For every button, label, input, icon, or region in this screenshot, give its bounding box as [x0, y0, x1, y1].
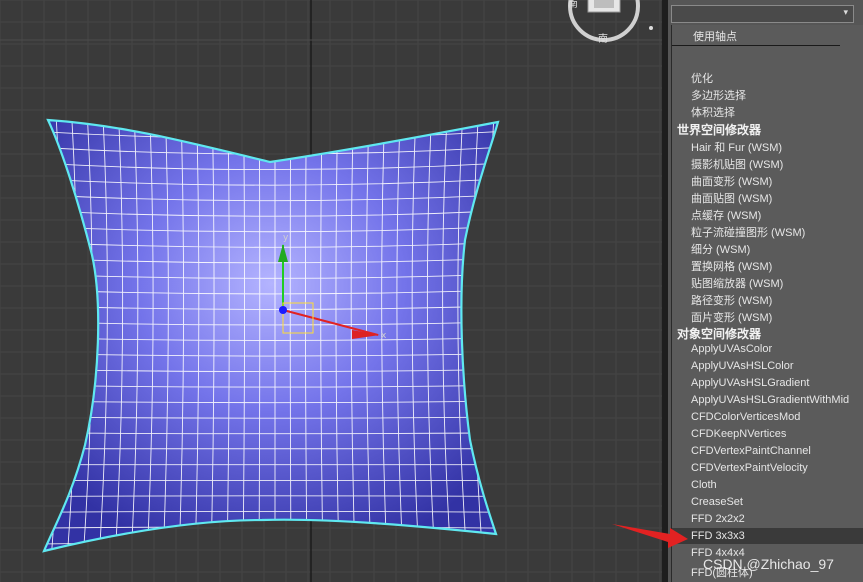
list-item[interactable]: 使用轴点: [693, 28, 737, 44]
modifier-panel: ▾ 使用轴点 优化 多边形选择 体积选择 世界空间修改器 Hair 和 Fur …: [668, 0, 863, 582]
list-item[interactable]: 体积选择: [691, 104, 735, 120]
list-item[interactable]: FFD 2x2x2: [691, 513, 745, 525]
chevron-down-icon: ▾: [843, 8, 848, 18]
list-item[interactable]: CreaseSet: [691, 496, 743, 508]
list-separator: [672, 45, 840, 46]
viewcube-west-label: 南: [568, 0, 578, 10]
list-item[interactable]: 置换网格 (WSM): [691, 258, 772, 274]
list-item[interactable]: 优化: [691, 70, 713, 86]
modifier-list[interactable]: 使用轴点 优化 多边形选择 体积选择 世界空间修改器 Hair 和 Fur (W…: [671, 25, 863, 582]
axis-y-label: y: [283, 233, 289, 243]
list-item[interactable]: ApplyUVAsHSLGradientWithMid: [691, 394, 849, 406]
list-item[interactable]: CFDVertexPaintVelocity: [691, 462, 808, 474]
viewport-canvas[interactable]: y x 南 南: [0, 0, 662, 582]
list-item[interactable]: Hair 和 Fur (WSM): [691, 139, 782, 155]
list-item[interactable]: ApplyUVAsColor: [691, 343, 772, 355]
list-item[interactable]: CFDKeepNVertices: [691, 428, 786, 440]
watermark: CSDN @Zhichao_97: [703, 556, 834, 572]
list-item[interactable]: 点缓存 (WSM): [691, 207, 761, 223]
list-item[interactable]: 粒子流碰撞图形 (WSM): [691, 224, 805, 240]
list-item[interactable]: 曲面贴图 (WSM): [691, 190, 772, 206]
list-item[interactable]: 路径变形 (WSM): [691, 292, 772, 308]
section-header-object: 对象空间修改器: [677, 327, 762, 341]
list-item[interactable]: 细分 (WSM): [691, 241, 750, 257]
modifier-list-dropdown[interactable]: ▾: [671, 5, 854, 23]
section-header-world: 世界空间修改器: [677, 123, 762, 137]
list-item[interactable]: ApplyUVAsHSLGradient: [691, 377, 809, 389]
pillow-mesh[interactable]: [30, 110, 515, 560]
list-item[interactable]: 摄影机贴图 (WSM): [691, 156, 783, 172]
list-item[interactable]: ApplyUVAsHSLColor: [691, 360, 794, 372]
viewport-perspective[interactable]: y x 南 南: [0, 0, 662, 582]
list-item[interactable]: 曲面变形 (WSM): [691, 173, 772, 189]
list-item[interactable]: CFDVertexPaintChannel: [691, 445, 811, 457]
list-item[interactable]: Cloth: [691, 479, 717, 491]
viewcube-south-label: 南: [598, 32, 608, 45]
list-item-selected[interactable]: FFD 3x3x3: [691, 530, 745, 542]
list-item[interactable]: CFDColorVerticesMod: [691, 411, 800, 423]
list-item[interactable]: 面片变形 (WSM): [691, 309, 772, 325]
list-item[interactable]: 多边形选择: [691, 87, 746, 103]
axis-x-label: x: [381, 331, 387, 341]
list-item[interactable]: 贴图缩放器 (WSM): [691, 275, 783, 291]
